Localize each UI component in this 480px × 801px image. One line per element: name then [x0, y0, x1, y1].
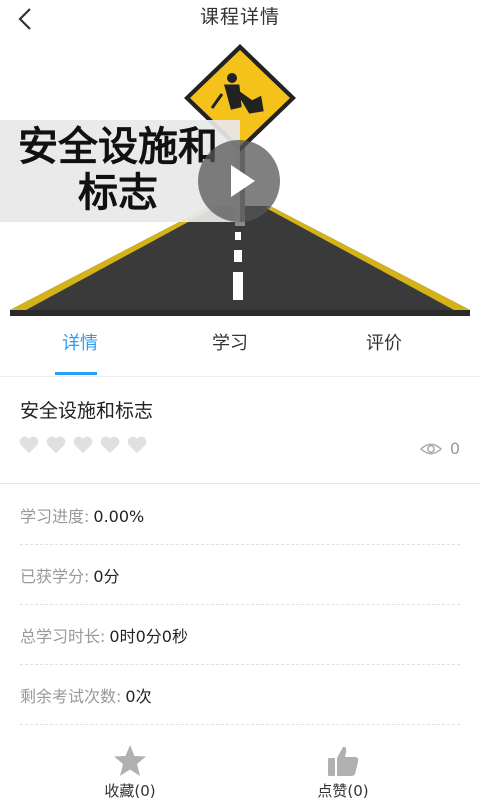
tab-details[interactable]: 详情: [0, 316, 160, 376]
divider: [20, 664, 460, 665]
divider: [20, 544, 460, 545]
header: 课程详情: [0, 0, 480, 36]
banner-line-1: 安全设施和: [18, 124, 218, 170]
eye-icon: [420, 443, 442, 455]
play-icon[interactable]: [198, 140, 280, 222]
star-icon: [114, 745, 146, 776]
bottom-action-bar: 收藏(0) 点赞(0): [0, 740, 480, 800]
stat-label: 已获学分:: [20, 567, 90, 586]
heart-icon: [19, 436, 39, 454]
like-button[interactable]: 点赞(0): [223, 740, 463, 800]
stat-duration: 总学习时长: 0时0分0秒: [20, 623, 188, 647]
divider: [20, 724, 460, 725]
tab-bar: 详情 学习 评价: [0, 316, 480, 377]
course-title: 安全设施和标志: [20, 400, 154, 422]
stat-label: 总学习时长:: [20, 627, 106, 646]
stat-value: 0时0分0秒: [109, 627, 188, 646]
course-cover: 安全设施和 标志: [0, 36, 480, 316]
page-title: 课程详情: [199, 6, 280, 28]
divider: [0, 483, 480, 484]
tab-indicator: [55, 372, 97, 375]
view-count-value: 0: [449, 439, 460, 458]
tab-reviews[interactable]: 评价: [304, 316, 464, 376]
stat-value: 0次: [125, 687, 152, 706]
stat-label: 学习进度:: [20, 507, 90, 526]
stat-progress: 学习进度: 0.00%: [20, 503, 144, 527]
heart-icon: [100, 436, 120, 454]
divider: [20, 604, 460, 605]
like-label: 点赞(0): [317, 782, 369, 800]
stat-exam-attempts: 剩余考试次数: 0次: [20, 683, 152, 707]
view-count: 0: [400, 439, 460, 461]
favorite-label: 收藏(0): [104, 782, 156, 800]
heart-icon: [73, 436, 93, 454]
favorite-button[interactable]: 收藏(0): [10, 740, 250, 800]
stat-label: 剩余考试次数:: [20, 687, 122, 706]
heart-icon: [127, 436, 147, 454]
tab-study[interactable]: 学习: [150, 316, 310, 376]
heart-icon: [46, 436, 66, 454]
stat-value: 0.00%: [93, 507, 145, 526]
stat-value: 0分: [93, 567, 120, 586]
thumbs-up-icon: [328, 746, 359, 776]
stat-credits: 已获学分: 0分: [20, 563, 120, 587]
